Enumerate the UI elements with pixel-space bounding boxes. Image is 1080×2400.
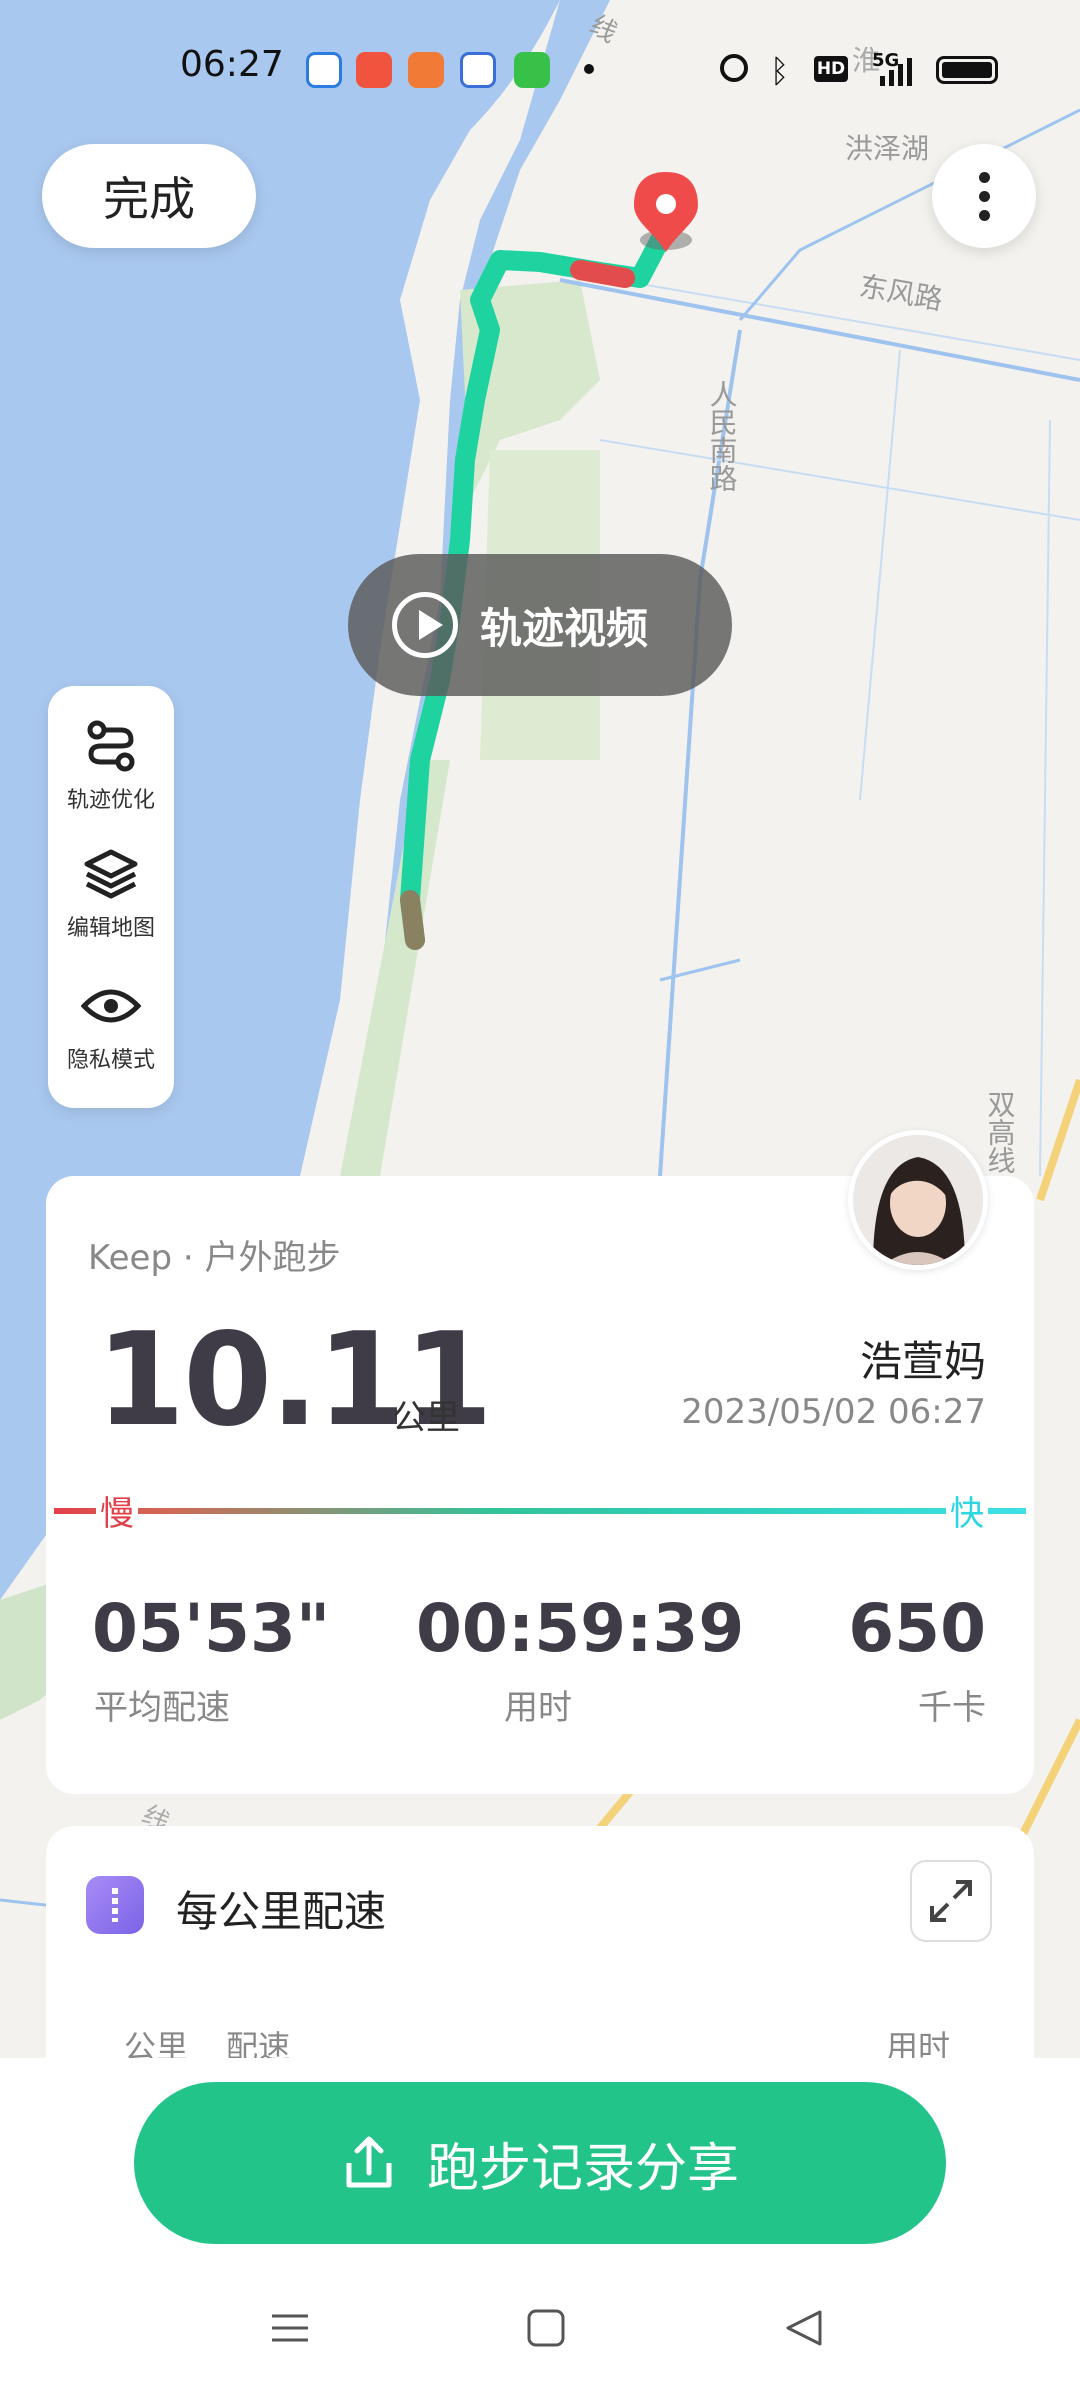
home-icon <box>527 2309 565 2347</box>
track-video-label: 轨迹视频 <box>480 603 649 653</box>
back-icon <box>786 2310 822 2346</box>
app-notification-icon <box>306 52 342 88</box>
battery-icon <box>936 56 998 84</box>
user-name: 浩萱妈 <box>859 1337 986 1386</box>
bluetooth-icon: ᛒ <box>770 52 790 90</box>
duration-value: 00:59:39 <box>416 1590 745 1667</box>
route-icon <box>48 716 174 776</box>
wallet-app-icon <box>514 52 550 88</box>
map-label-road2: 人民南路 <box>706 380 739 492</box>
duration-label: 用时 <box>504 1688 572 1728</box>
tool-privacy-mode[interactable]: 隐私模式 <box>48 976 174 1074</box>
expand-button[interactable] <box>910 1860 992 1942</box>
share-icon <box>346 2136 392 2188</box>
track-video-button[interactable]: 轨迹视频 <box>348 554 732 696</box>
map-label-road3: 双高线 <box>984 1090 1017 1174</box>
end-pin-icon <box>634 172 698 252</box>
splits-icon <box>86 1876 144 1934</box>
tool-label: 编辑地图 <box>66 916 155 941</box>
more-options-button[interactable] <box>932 144 1036 248</box>
layers-icon <box>48 844 174 904</box>
tool-label: 轨迹优化 <box>66 788 155 813</box>
status-bar: 06:27 ᛒ HD 5G <box>0 0 1080 140</box>
nav-menu-button[interactable] <box>270 2308 310 2352</box>
reader-app-icon <box>408 52 444 88</box>
avatar[interactable] <box>848 1130 988 1270</box>
play-icon <box>392 592 458 658</box>
baidu-app-icon <box>460 52 496 88</box>
signal-icon <box>878 58 918 86</box>
more-dots-icon <box>978 171 990 183</box>
expand-icon <box>930 1880 972 1922</box>
share-run-label: 跑步记录分享 <box>426 2138 739 2199</box>
map-tools-panel: 轨迹优化 编辑地图 隐私模式 <box>48 686 174 1108</box>
activity-source: Keep · 户外跑步 <box>88 1238 341 1278</box>
menu-icon <box>272 2314 308 2342</box>
calories-value: 650 <box>848 1590 986 1667</box>
fast-label: 快 <box>946 1486 988 1535</box>
tool-edit-map[interactable]: 编辑地图 <box>48 844 174 942</box>
status-time: 06:27 <box>180 44 284 85</box>
avg-pace-value: 05'53" <box>92 1590 331 1667</box>
hd-icon: HD <box>814 56 848 82</box>
tool-label: 隐私模式 <box>66 1048 155 1073</box>
map-label-road: 东风路 <box>857 269 945 316</box>
done-button[interactable]: 完成 <box>42 144 256 248</box>
nav-home-button[interactable] <box>526 2308 566 2352</box>
run-datetime: 2023/05/02 06:27 <box>681 1392 986 1432</box>
share-run-button[interactable]: 跑步记录分享 <box>134 2082 946 2244</box>
nav-back-button[interactable] <box>784 2308 824 2352</box>
pace-gradient-bar <box>54 1508 1026 1514</box>
eye-icon <box>48 976 174 1036</box>
tool-route-optimize[interactable]: 轨迹优化 <box>48 716 174 814</box>
calories-label: 千卡 <box>918 1688 986 1728</box>
splits-title: 每公里配速 <box>176 1887 387 1936</box>
more-notifications-icon <box>584 64 594 74</box>
slow-label: 慢 <box>96 1486 138 1535</box>
distance-unit: 公里 <box>392 1398 460 1438</box>
alarm-icon <box>720 54 748 82</box>
avg-pace-label: 平均配速 <box>94 1688 230 1728</box>
music-app-icon <box>356 52 392 88</box>
